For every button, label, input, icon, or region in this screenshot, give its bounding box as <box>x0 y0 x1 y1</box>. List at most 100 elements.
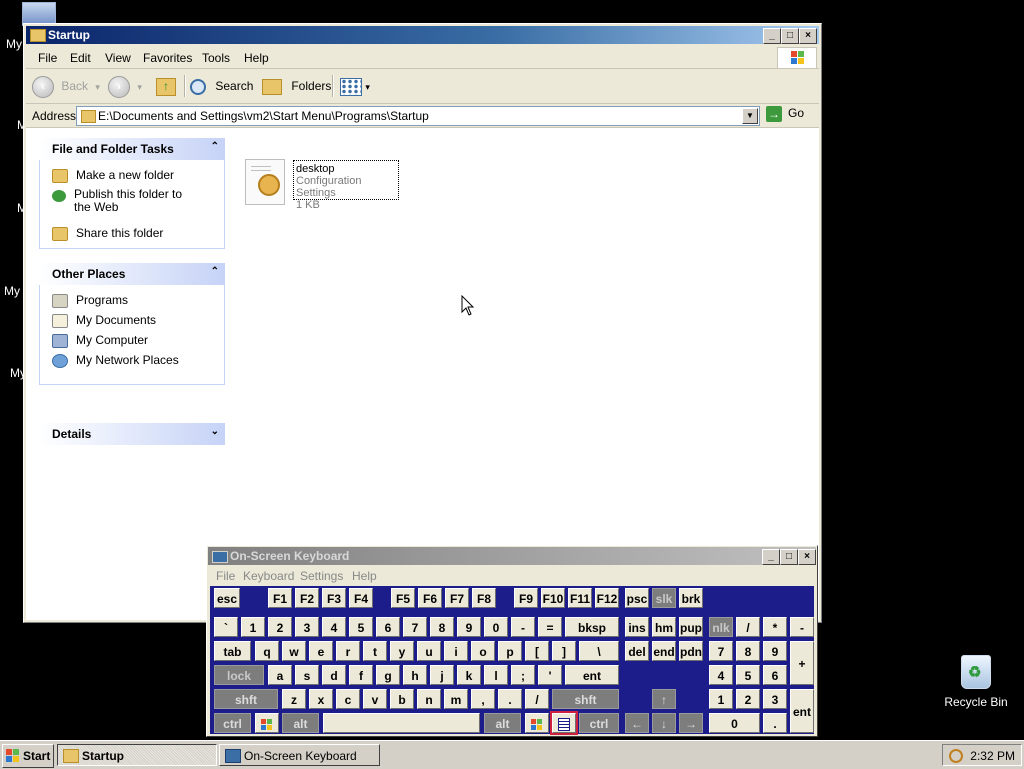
key-right-alt[interactable]: alt <box>484 713 521 733</box>
key-t[interactable]: t <box>363 641 387 661</box>
taskbar-button-startup[interactable]: Startup <box>57 744 217 766</box>
key-numpad-divide[interactable]: / <box>736 617 760 637</box>
key-u[interactable]: u <box>417 641 441 661</box>
task-make-new-folder[interactable]: Make a new folder <box>52 168 174 183</box>
key-1[interactable]: 1 <box>241 617 265 637</box>
key-2[interactable]: 2 <box>268 617 292 637</box>
place-my-documents[interactable]: My Documents <box>52 313 156 328</box>
key-slk[interactable]: slk <box>652 588 676 608</box>
menu-help[interactable]: Help <box>244 51 269 65</box>
key-backslash[interactable]: \ <box>579 641 619 661</box>
key-semicolon[interactable]: ; <box>511 665 535 685</box>
place-my-computer[interactable]: My Computer <box>52 333 148 348</box>
maximize-button[interactable]: □ <box>781 28 799 44</box>
key-6[interactable]: 6 <box>376 617 400 637</box>
key-numpad-5[interactable]: 5 <box>736 665 760 685</box>
key-3[interactable]: 3 <box>295 617 319 637</box>
key-ins[interactable]: ins <box>625 617 649 637</box>
key-f2[interactable]: F2 <box>295 588 319 608</box>
key-4[interactable]: 4 <box>322 617 346 637</box>
task-publish-web[interactable]: Publish this folder to the Web <box>52 188 202 214</box>
key-p[interactable]: p <box>498 641 522 661</box>
close-button[interactable]: × <box>799 28 817 44</box>
key-caps-lock[interactable]: lock <box>214 665 264 685</box>
key-d[interactable]: d <box>322 665 346 685</box>
expand-icon[interactable]: ⌄ <box>211 426 219 437</box>
key-c[interactable]: c <box>336 689 360 709</box>
key-g[interactable]: g <box>376 665 400 685</box>
menu-tools[interactable]: Tools <box>202 51 230 65</box>
file-info[interactable]: desktop Configuration Settings 1 KB <box>293 160 399 211</box>
key-v[interactable]: v <box>363 689 387 709</box>
key-psc[interactable]: psc <box>625 588 649 608</box>
search-button[interactable]: Search <box>190 75 253 97</box>
address-input[interactable]: E:\Documents and Settings\vm2\Start Menu… <box>76 106 760 126</box>
key-equals[interactable]: = <box>538 617 562 637</box>
key-numpad-9[interactable]: 9 <box>763 641 787 661</box>
key-f12[interactable]: F12 <box>595 588 619 608</box>
key-numpad-multiply[interactable]: * <box>763 617 787 637</box>
key-numpad-7[interactable]: 7 <box>709 641 733 661</box>
key-down-arrow[interactable]: ↓ <box>652 713 676 733</box>
key-quote[interactable]: ' <box>538 665 562 685</box>
chevron-down-icon[interactable]: ▼ <box>742 108 758 124</box>
key-f9[interactable]: F9 <box>514 588 538 608</box>
key-f6[interactable]: F6 <box>418 588 442 608</box>
key-hm[interactable]: hm <box>652 617 676 637</box>
key-r[interactable]: r <box>336 641 360 661</box>
key-period[interactable]: . <box>498 689 522 709</box>
key-m[interactable]: m <box>444 689 468 709</box>
forward-button[interactable]: › ▾ <box>108 75 142 98</box>
clock[interactable]: 2:32 PM <box>970 749 1015 763</box>
menu-file[interactable]: File <box>38 51 57 65</box>
up-folder-button[interactable]: ↑ <box>156 75 176 97</box>
minimize-button[interactable]: _ <box>763 28 781 44</box>
key-f5[interactable]: F5 <box>391 588 415 608</box>
go-button[interactable]: → Go <box>766 106 804 122</box>
key-end[interactable]: end <box>652 641 676 661</box>
key-5[interactable]: 5 <box>349 617 373 637</box>
osk-menu-keyboard[interactable]: Keyboard <box>243 569 294 583</box>
task-share-folder[interactable]: Share this folder <box>52 226 163 241</box>
key-b[interactable]: b <box>390 689 414 709</box>
key-w[interactable]: w <box>282 641 306 661</box>
key-numpad-6[interactable]: 6 <box>763 665 787 685</box>
key-l[interactable]: l <box>484 665 508 685</box>
key-f[interactable]: f <box>349 665 373 685</box>
key-left-bracket[interactable]: [ <box>525 641 549 661</box>
taskbar-button-osk[interactable]: On-Screen Keyboard <box>219 744 380 766</box>
title-bar[interactable]: Startup _ □ × <box>26 26 819 44</box>
key-left-windows[interactable] <box>255 713 279 733</box>
key-f11[interactable]: F11 <box>568 588 592 608</box>
key-numpad-enter[interactable]: ent <box>790 689 814 733</box>
key-numpad-1[interactable]: 1 <box>709 689 733 709</box>
views-button[interactable]: ▾ <box>340 75 370 97</box>
key-z[interactable]: z <box>282 689 306 709</box>
key-left-alt[interactable]: alt <box>282 713 319 733</box>
recycle-bin[interactable]: ♻ Recycle Bin <box>938 655 1014 709</box>
osk-menu-help[interactable]: Help <box>352 569 377 583</box>
key-numpad-decimal[interactable]: . <box>763 713 787 733</box>
key-a[interactable]: a <box>268 665 292 685</box>
key-right-arrow[interactable]: → <box>679 713 703 733</box>
menu-view[interactable]: View <box>105 51 131 65</box>
osk-menu-file[interactable]: File <box>216 569 235 583</box>
key-h[interactable]: h <box>403 665 427 685</box>
key-f4[interactable]: F4 <box>349 588 373 608</box>
key-nlk[interactable]: nlk <box>709 617 733 637</box>
key-numpad-minus[interactable]: - <box>790 617 814 637</box>
key-x[interactable]: x <box>309 689 333 709</box>
key-f8[interactable]: F8 <box>472 588 496 608</box>
key-pup[interactable]: pup <box>679 617 703 637</box>
key-space[interactable] <box>323 713 480 733</box>
panel-file-folder-tasks-header[interactable]: File and Folder Tasks ⌃ <box>39 138 225 160</box>
key-up-arrow[interactable]: ↑ <box>652 689 676 709</box>
osk-title-bar[interactable]: On-Screen Keyboard _ □ × <box>208 547 816 565</box>
place-programs[interactable]: Programs <box>52 293 128 308</box>
key-numpad-4[interactable]: 4 <box>709 665 733 685</box>
panel-details-header[interactable]: Details ⌄ <box>39 423 225 445</box>
key-f7[interactable]: F7 <box>445 588 469 608</box>
osk-maximize-button[interactable]: □ <box>780 549 798 565</box>
key-right-shift[interactable]: shft <box>552 689 619 709</box>
key-right-windows[interactable] <box>525 713 549 733</box>
